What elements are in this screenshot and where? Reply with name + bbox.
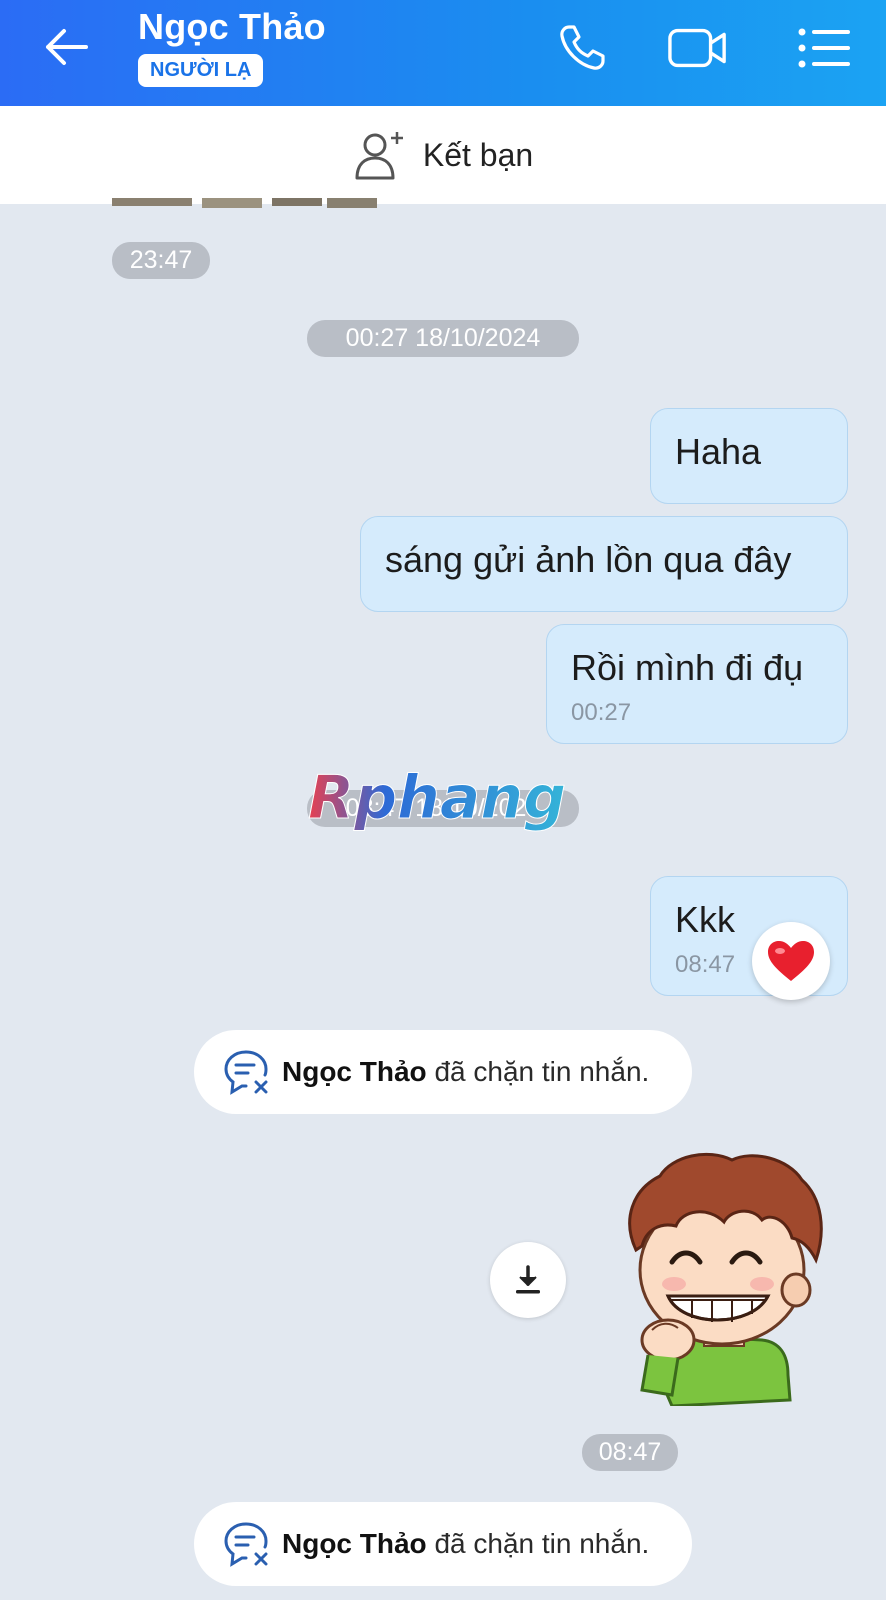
message-time-pill: 08:47 xyxy=(582,1434,678,1471)
message-time-pill: 23:47 xyxy=(112,242,210,279)
voice-call-button[interactable] xyxy=(552,20,612,76)
phone-icon xyxy=(560,25,605,70)
outgoing-message[interactable]: Rồi mình đi đụ 00:27 xyxy=(546,624,848,744)
add-friend-icon xyxy=(355,132,403,180)
video-call-icon xyxy=(668,28,726,68)
download-icon xyxy=(516,1265,540,1294)
watermark-logo: Rphang xyxy=(308,763,567,834)
message-text: Kkk xyxy=(675,899,736,940)
message-time: 00:27 xyxy=(571,699,632,726)
blocked-chat-icon xyxy=(224,1522,268,1567)
blocked-notice: Ngọc Thảo đã chặn tin nhắn. xyxy=(194,1030,692,1114)
menu-list-icon xyxy=(798,28,850,68)
download-button[interactable] xyxy=(490,1242,566,1318)
blocked-text: đã chặn tin nhắn. xyxy=(434,1528,650,1559)
chat-header: Ngọc Thảo NGƯỜI LẠ xyxy=(0,0,886,106)
stranger-badge: NGƯỜI LẠ xyxy=(138,54,264,87)
menu-button[interactable] xyxy=(794,20,854,76)
blocker-name: Ngọc Thảo xyxy=(282,1528,427,1559)
back-button[interactable] xyxy=(36,22,96,72)
watermark-text: Rphang xyxy=(308,763,566,833)
message-text: Rồi mình đi đụ xyxy=(571,647,804,688)
add-friend-label: Kết bạn xyxy=(422,136,534,173)
contact-name[interactable]: Ngọc Thảo xyxy=(138,6,326,48)
add-friend-bar[interactable]: Kết bạn xyxy=(0,106,886,204)
message-text: Haha xyxy=(675,431,762,472)
video-call-button[interactable] xyxy=(668,20,728,76)
blocked-chat-icon xyxy=(224,1050,268,1095)
date-separator: 00:27 18/10/2024 xyxy=(307,320,579,357)
reaction-button[interactable] xyxy=(752,922,830,1000)
blocked-text: đã chặn tin nhắn. xyxy=(434,1056,650,1087)
laughing-boy-sticker[interactable] xyxy=(612,1150,836,1406)
blocker-name: Ngọc Thảo xyxy=(282,1056,427,1087)
heart-icon xyxy=(768,941,814,981)
previous-image-fragment[interactable] xyxy=(112,198,380,214)
back-arrow-icon xyxy=(46,29,88,65)
blocked-notice: Ngọc Thảo đã chặn tin nhắn. xyxy=(194,1502,692,1586)
outgoing-message[interactable]: Haha xyxy=(650,408,848,504)
outgoing-message[interactable]: sáng gửi ảnh lồn qua đây xyxy=(360,516,848,612)
message-text: sáng gửi ảnh lồn qua đây xyxy=(385,539,792,580)
